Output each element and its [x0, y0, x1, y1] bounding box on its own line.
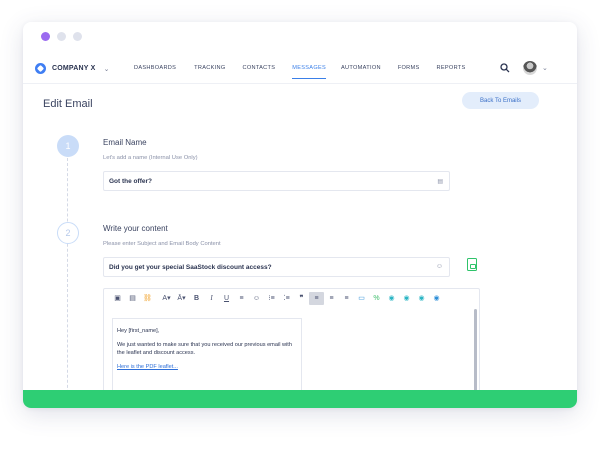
email-greeting: Hey [first_name],	[117, 328, 160, 334]
window-dots	[41, 32, 82, 41]
embed-icon-3[interactable]: ◉	[414, 292, 429, 305]
footer-bar	[23, 390, 577, 408]
nav-items: DASHBOARDS TRACKING CONTACTS MESSAGES AU…	[134, 65, 466, 79]
align-left-icon[interactable]: ≡	[309, 291, 324, 305]
nav-item-contacts[interactable]: CONTACTS	[242, 65, 275, 79]
template-document-icon[interactable]	[467, 258, 477, 271]
pdf-leaflet-link[interactable]: Here is the PDF leaflet...	[117, 364, 178, 370]
bg-color-icon[interactable]: Ā▾	[174, 292, 189, 305]
embed-icon-4[interactable]: ◉	[429, 292, 444, 305]
align-right-icon[interactable]: ≡	[339, 292, 354, 305]
window-dot-3[interactable]	[73, 32, 82, 41]
avatar[interactable]	[523, 61, 537, 75]
company-logo-icon	[35, 63, 46, 74]
source-icon[interactable]: ▣	[110, 292, 125, 305]
image-icon[interactable]: ▭	[354, 292, 369, 305]
font-color-icon[interactable]: A▾	[159, 292, 174, 305]
document-icon: ▤	[437, 179, 443, 185]
email-name-subtitle: Let's add a name (Internal Use Only)	[103, 155, 198, 161]
content-heading: Write your content	[103, 224, 168, 233]
nav-item-dashboards[interactable]: DASHBOARDS	[134, 65, 176, 79]
emoji-icon[interactable]: ☺	[249, 292, 264, 305]
nav-item-messages[interactable]: MESSAGES	[292, 65, 327, 79]
emoji-icon[interactable]: ☺	[436, 263, 443, 270]
bullet-list-icon[interactable]: ⁚≡	[279, 292, 294, 305]
step-1-indicator: 1	[57, 135, 79, 157]
nav-item-automation[interactable]: AUTOMATION	[341, 65, 381, 79]
bold-icon[interactable]: B	[189, 292, 204, 305]
chevron-down-icon: ⌄	[103, 65, 110, 73]
strike-icon[interactable]: ≡	[234, 292, 249, 305]
editor-toolbar: ▣ ▤ ⛓ A▾ Ā▾ B I U ≡ ☺ ⁝≡ ⁚≡ ❞ ≡ ≡ ≡ ▭ % …	[104, 289, 479, 307]
nav-item-forms[interactable]: FORMS	[398, 65, 420, 79]
chevron-down-icon[interactable]: ⌄	[542, 64, 548, 72]
search-icon[interactable]	[500, 63, 510, 73]
quote-icon[interactable]: ❞	[294, 292, 309, 305]
variable-icon[interactable]: %	[369, 292, 384, 305]
email-paragraph: We just wanted to make sure that you rec…	[117, 342, 292, 356]
subject-field[interactable]: Did you get your special SaaStock discou…	[103, 257, 450, 277]
paste-icon[interactable]: ▤	[125, 292, 140, 305]
company-name: COMPANY X	[52, 65, 96, 72]
step-2-indicator: 2	[57, 222, 79, 244]
subject-value: Did you get your special SaaStock discou…	[109, 263, 272, 271]
page-title: Edit Email	[43, 98, 93, 110]
nav-item-tracking[interactable]: TRACKING	[194, 65, 225, 79]
align-center-icon[interactable]: ≡	[324, 292, 339, 305]
embed-icon-2[interactable]: ◉	[399, 292, 414, 305]
nav-item-reports[interactable]: REPORTS	[437, 65, 466, 79]
embed-icon-1[interactable]: ◉	[384, 292, 399, 305]
company-switcher[interactable]: COMPANY X ⌄	[35, 63, 109, 74]
email-name-value: Got the offer?	[109, 177, 152, 185]
content-subtitle: Please enter Subject and Email Body Cont…	[103, 241, 221, 247]
ordered-list-icon[interactable]: ⁝≡	[264, 292, 279, 305]
underline-icon[interactable]: U	[219, 292, 234, 305]
window-dot-1[interactable]	[41, 32, 50, 41]
app-window: COMPANY X ⌄ DASHBOARDS TRACKING CONTACTS…	[23, 22, 577, 408]
email-name-heading: Email Name	[103, 138, 147, 147]
step-timeline	[67, 158, 68, 408]
window-dot-2[interactable]	[57, 32, 66, 41]
top-nav: COMPANY X ⌄ DASHBOARDS TRACKING CONTACTS…	[23, 58, 577, 84]
email-name-field[interactable]: Got the offer? ▤	[103, 171, 450, 191]
back-to-emails-button[interactable]: Back To Emails	[462, 92, 539, 109]
italic-icon[interactable]: I	[204, 292, 219, 305]
link-icon[interactable]: ⛓	[140, 292, 155, 305]
